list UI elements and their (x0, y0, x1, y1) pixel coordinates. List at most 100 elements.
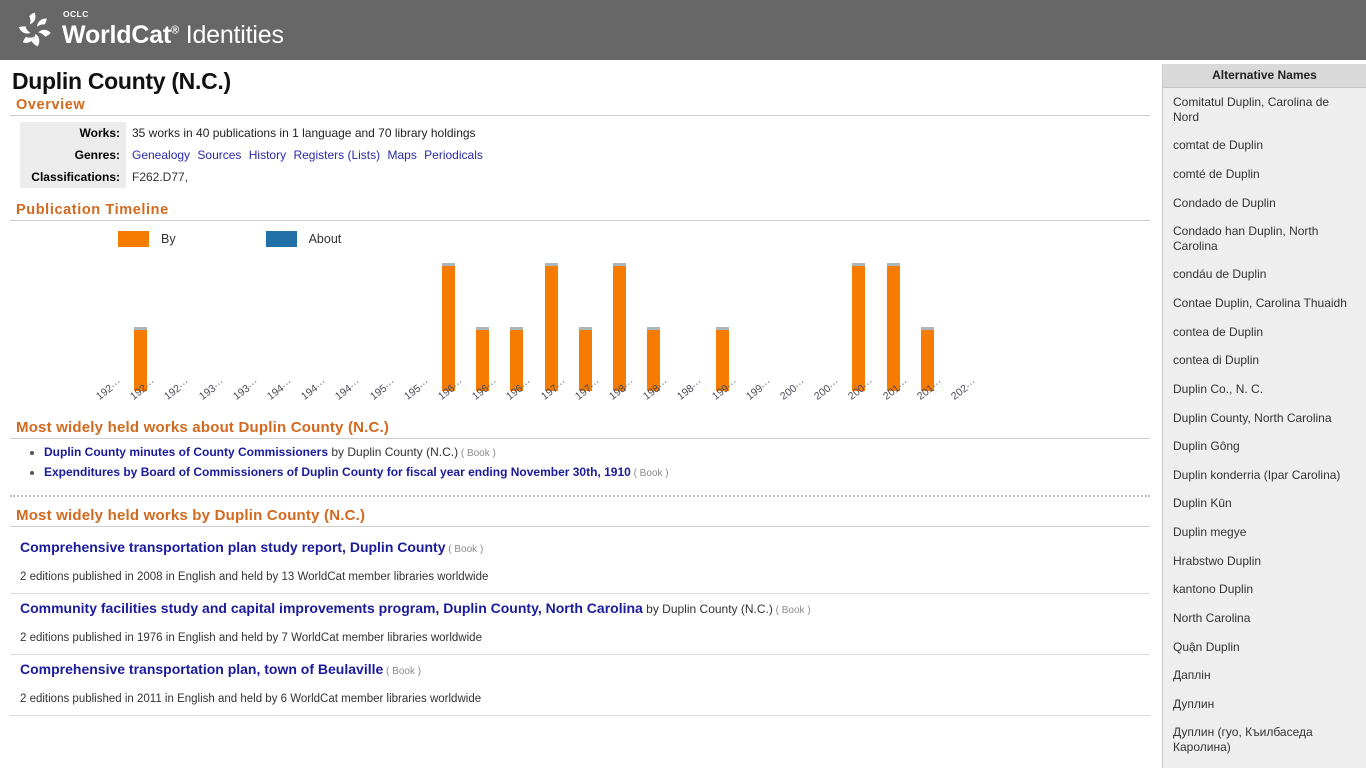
overview-row-classifications: Classifications: F262.D77, (20, 166, 493, 188)
alternative-name-item: Condado de Duplin (1173, 195, 1276, 210)
work-title-link[interactable]: Comprehensive transportation plan study … (20, 539, 445, 555)
work-entry: Comprehensive transportation plan, town … (10, 655, 1150, 716)
oclc-swirl-logo-icon (14, 9, 56, 51)
legend-swatch-by (118, 231, 149, 247)
chart-x-axis: 192··· 192··· 192··· 193··· 193··· 194··· 194·… (10, 376, 1070, 411)
alternative-names-list: Comitatul Duplin, Carolina de Nord comtat… (1163, 88, 1366, 768)
alternative-name-item: Quận Duplin (1173, 639, 1240, 654)
work-format-badge: ( Book ) (458, 448, 496, 459)
x-axis-tick-label: 202··· (949, 376, 979, 403)
x-axis-tick-label: 196··· (470, 376, 500, 403)
alternative-name-item: Duplin Co., N. C. (1173, 381, 1264, 396)
brand-registered-mark: ® (171, 24, 179, 37)
x-axis-tick-label: 194··· (333, 376, 363, 403)
work-edition-summary: 2 editions published in 2008 in English … (20, 571, 489, 583)
chart-bar[interactable] (852, 263, 866, 391)
alternative-name-item: Дуплин (округ, Теньяк Каролина) (1163, 762, 1366, 768)
alternative-name-item: Duplin Gông (1173, 439, 1240, 454)
works-about-list: Duplin County minutes of County Commissi… (10, 445, 1150, 479)
timeline-heading: Publication Timeline (10, 202, 1150, 221)
page-title: Duplin County (N.C.) (12, 68, 231, 94)
legend-swatch-about (265, 231, 297, 247)
section-divider (10, 495, 1150, 497)
genre-link-maps[interactable]: Maps (387, 148, 416, 162)
chart-bar[interactable] (442, 263, 455, 391)
alternative-name-item: kantono Duplin (1173, 582, 1254, 597)
overview-row-works: Works: 35 works in 40 publications in 1 … (20, 122, 493, 144)
legend-item-by: By (118, 231, 176, 247)
work-title-link[interactable]: Expenditures by Board of Commissioners o… (44, 465, 631, 479)
overview-value-works: 35 works in 40 publications in 1 languag… (132, 126, 476, 140)
site-header: OCLC WorldCat® Identities (0, 0, 1366, 60)
alternative-name-item: condáu de Duplin (1173, 267, 1267, 282)
alternative-name-item: Duplin megye (1173, 525, 1247, 539)
alternative-name-item: Hrabstwo Duplin (1173, 553, 1262, 568)
overview-label-classifications: Classifications: (20, 166, 126, 188)
site-logo[interactable]: OCLC WorldCat® Identities (14, 9, 284, 51)
chart-bar[interactable] (613, 263, 626, 391)
x-axis-tick-label: 193··· (196, 376, 227, 403)
publication-timeline-chart: By About 192··· 192··· 192··· 193··· 193··· 1… (10, 227, 1150, 417)
alternative-name-item: contea de Duplin (1173, 324, 1264, 339)
alternative-name-item: Дуплин (1173, 696, 1215, 711)
work-title-link[interactable]: Comprehensive transportation plan, town … (20, 661, 383, 677)
genre-link-sources[interactable]: Sources (197, 148, 241, 162)
overview-label-works: Works: (20, 122, 126, 144)
legend-item-about: About (265, 231, 342, 247)
work-format-badge: ( Book ) (445, 544, 484, 555)
x-axis-tick-label: 194··· (299, 376, 329, 403)
x-axis-tick-label: 199··· (743, 376, 774, 403)
list-item: Expenditures by Board of Commissioners o… (44, 465, 1150, 479)
x-axis-tick-label: 192··· (162, 376, 192, 403)
brand-worldcat: WorldCat (62, 21, 172, 49)
list-item: Duplin County minutes of County Commissi… (44, 445, 1150, 459)
oclc-wordmark: OCLC (63, 9, 89, 19)
work-edition-summary: 2 editions published in 1976 in English … (20, 632, 482, 644)
x-axis-tick-label: 196··· (504, 376, 534, 403)
work-title-link[interactable]: Community facilities study and capital i… (20, 600, 643, 616)
work-edition-summary: 2 editions published in 2011 in English … (20, 693, 482, 705)
chart-bar[interactable] (544, 263, 558, 391)
work-title-line: Comprehensive transportation plan study … (20, 539, 1150, 557)
alternative-name-item: comté de Duplin (1173, 166, 1260, 181)
alternative-name-item: Condado han Duplin, North Carolina (1173, 224, 1319, 253)
work-title-line: Comprehensive transportation plan, town … (20, 661, 1150, 679)
alternative-name-item: Даплін (1173, 668, 1211, 683)
works-by-heading: Most widely held works by Duplin County … (10, 507, 1150, 527)
genre-link-history[interactable]: History (249, 148, 286, 162)
genre-link-registers[interactable]: Registers (Lists) (293, 148, 380, 162)
work-author: by Duplin County (N.C.) (328, 445, 459, 459)
work-title-link[interactable]: Duplin County minutes of County Commissi… (44, 445, 328, 459)
x-axis-tick-label: 200··· (812, 376, 842, 403)
classification-link-f262d77[interactable]: F262.D77, (132, 170, 188, 184)
alternative-name-item: Contae Duplin, Carolina Thuaidh (1173, 296, 1347, 310)
alternative-name-item: contea di Duplin (1173, 353, 1260, 368)
chart-bar[interactable] (886, 263, 900, 391)
x-axis-tick-label: 192··· (128, 376, 158, 403)
sidebar-heading: Alternative Names (1163, 64, 1366, 88)
x-axis-tick-label: 192··· (94, 376, 124, 403)
overview-value-genres: Genealogy Sources History Registers (Lis… (126, 144, 493, 166)
overview-table: Works: 35 works in 40 publications in 1 … (20, 122, 493, 188)
x-axis-tick-label: 200··· (778, 376, 808, 403)
x-axis-tick-label: 198··· (675, 376, 705, 403)
works-by-list: Comprehensive transportation plan study … (10, 533, 1150, 716)
work-format-badge: ( Book ) (772, 605, 811, 616)
alternative-name-item: Duplin Kūn (1173, 496, 1232, 511)
work-author: by Duplin County (N.C.) (642, 602, 773, 616)
work-entry: Comprehensive transportation plan study … (10, 533, 1150, 594)
brand-identities: Identities (185, 21, 284, 49)
x-axis-tick-label: 193··· (230, 376, 261, 403)
main-content: Duplin County (N.C.) Overview Works: 35 … (0, 60, 1160, 768)
overview-label-genres: Genres: (20, 144, 126, 166)
alternative-name-item: Дуплин (гуо, Къилбаседа Каролина) (1173, 725, 1313, 754)
alternative-names-sidebar: Alternative Names Comitatul Duplin, Caro… (1162, 64, 1366, 768)
legend-label-about: About (308, 232, 342, 246)
genre-link-periodicals[interactable]: Periodicals (424, 148, 483, 162)
page-body: Duplin County (N.C.) Overview Works: 35 … (0, 60, 1366, 768)
overview-row-genres: Genres: Genealogy Sources History Regist… (20, 144, 493, 166)
genre-link-genealogy[interactable]: Genealogy (132, 148, 190, 162)
overview-value-classifications: F262.D77, (126, 166, 493, 188)
alternative-name-item: Duplin County, North Carolina (1173, 410, 1332, 425)
x-axis-tick-label: 198··· (641, 376, 671, 403)
